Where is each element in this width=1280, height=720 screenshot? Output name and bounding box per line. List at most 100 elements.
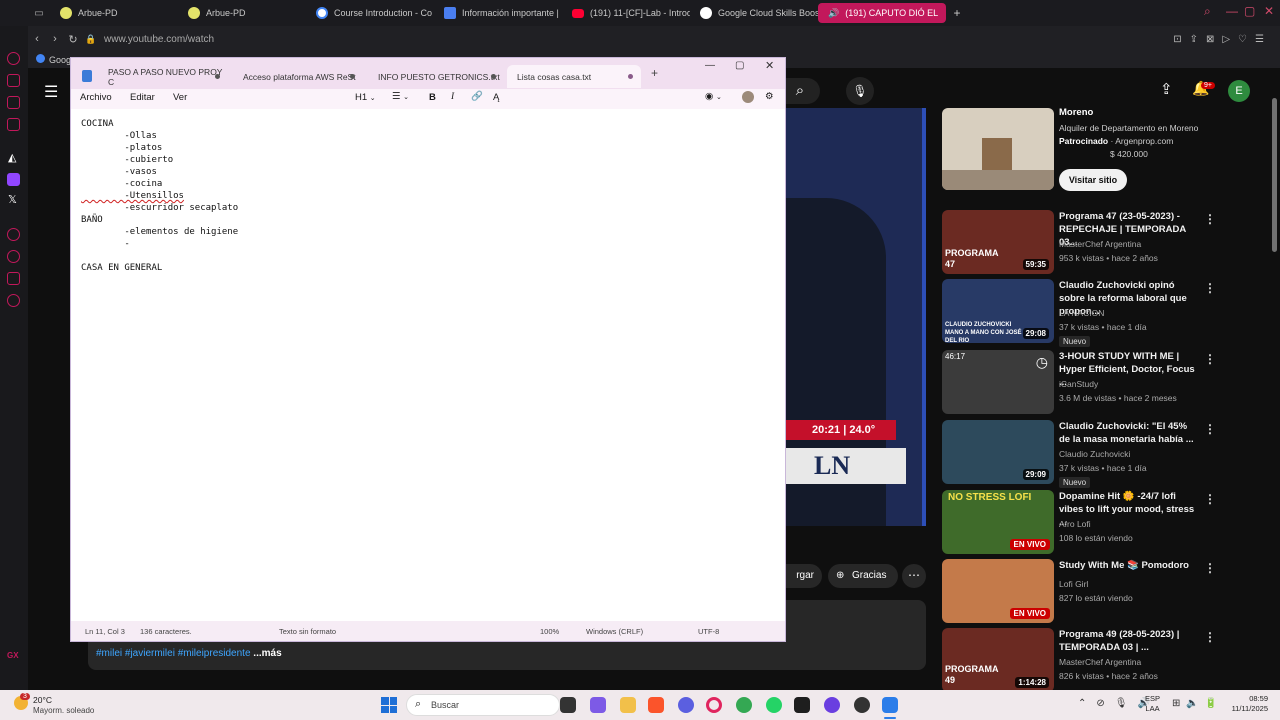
- browser-tab[interactable]: Google Cloud Skills Boost: [690, 0, 818, 26]
- app-icon[interactable]: [678, 697, 694, 713]
- search-icon[interactable]: ⌕: [1204, 4, 1211, 19]
- bold-icon[interactable]: B: [429, 92, 436, 103]
- chrome-icon[interactable]: [736, 697, 752, 713]
- browser-tab-active[interactable]: 🔊 (191) CAPUTO DIÓ EL: [818, 3, 946, 23]
- start-button[interactable]: [381, 697, 397, 713]
- italic-icon[interactable]: I: [451, 92, 454, 102]
- sidebar-app-icon[interactable]: [7, 228, 20, 241]
- task-view-icon[interactable]: [560, 697, 576, 713]
- more-actions-button[interactable]: ⋯: [902, 564, 926, 588]
- more-vert-icon[interactable]: ⋮: [1204, 630, 1216, 644]
- avatar[interactable]: E: [1228, 80, 1250, 102]
- hashtags[interactable]: #milei #javiermilei #mileipresidente ...…: [96, 648, 282, 659]
- search-box[interactable]: ⌕ Buscar: [406, 694, 560, 716]
- url-text[interactable]: www.youtube.com/watch: [104, 34, 214, 45]
- gear-icon[interactable]: [7, 294, 20, 307]
- speaker-icon: 🔊: [828, 7, 840, 18]
- sidebar-app-icon[interactable]: [7, 118, 20, 131]
- sidebar-app-icon[interactable]: [7, 74, 20, 87]
- recommendation-item[interactable]: CLAUDIO ZUCHOVICKI MANO A MANO CON JOSÉ …: [942, 279, 1216, 347]
- new-tab-button[interactable]: +: [946, 6, 968, 20]
- sidebar-app-icon[interactable]: ◭: [8, 151, 16, 164]
- weather-widget[interactable]: 3 20°C Mayorm. soleado: [12, 693, 112, 717]
- account-icon[interactable]: [742, 91, 754, 103]
- browser-tab[interactable]: Arbue-PD: [50, 0, 178, 26]
- clock[interactable]: 08:59 11/11/2025: [1218, 694, 1268, 714]
- more-vert-icon[interactable]: ⋮: [1204, 492, 1216, 506]
- menu-view[interactable]: Ver: [173, 92, 187, 103]
- clock-icon[interactable]: [7, 250, 20, 263]
- heading-dropdown[interactable]: H1 ⌄: [355, 92, 376, 103]
- maximize-icon[interactable]: ▢: [1244, 4, 1255, 18]
- notepad-icon[interactable]: [882, 697, 898, 713]
- language-indicator[interactable]: ESP LAA: [1145, 694, 1160, 714]
- search-button[interactable]: ⌕: [780, 78, 820, 104]
- ad-card[interactable]: Moreno Alquiler de Departamento en Moren…: [942, 107, 1242, 204]
- text-editor[interactable]: COCINA -Ollas -platos -cubierto -vasos -…: [81, 118, 238, 274]
- sidebar-app-icon[interactable]: [7, 272, 20, 285]
- app-icon[interactable]: [824, 697, 840, 713]
- sidebar-app-icon[interactable]: [7, 96, 20, 109]
- copilot-icon[interactable]: ◉ ⌄: [705, 91, 722, 102]
- tab-manager-icon[interactable]: ▭: [28, 8, 50, 19]
- copilot-icon[interactable]: [590, 697, 606, 713]
- more-vert-icon[interactable]: ⋮: [1204, 561, 1216, 575]
- sidebar-app-icon[interactable]: [7, 52, 20, 65]
- char-count: 136 caracteres.: [140, 627, 192, 636]
- lock-icon: 🔒: [85, 33, 97, 44]
- back-icon[interactable]: ‹: [28, 33, 46, 45]
- more-vert-icon[interactable]: ⋮: [1204, 281, 1216, 295]
- cursor-position: Ln 11, Col 3: [85, 627, 125, 636]
- twitch-icon[interactable]: [7, 173, 20, 186]
- link-icon[interactable]: 🔗: [471, 91, 483, 102]
- minimize-icon[interactable]: —: [1226, 4, 1238, 18]
- toolbar-icons[interactable]: ⊡⇪⊠▷♡☰: [1173, 34, 1272, 45]
- recommendation-item[interactable]: EN VIVO Study With Me 📚 Pomodoro Lofi Gi…: [942, 559, 1216, 623]
- menu-icon[interactable]: ☰: [44, 82, 58, 102]
- terminal-icon[interactable]: [794, 697, 810, 713]
- recommendation-item[interactable]: NO STRESS LOFI EN VIVO Dopamine Hit 🌼 -24…: [942, 490, 1216, 554]
- recommendation-item[interactable]: 46:17 ◷ 3-HOUR STUDY WITH ME | Hyper Effi…: [942, 350, 1216, 414]
- forward-icon[interactable]: ›: [46, 33, 64, 45]
- opera-icon[interactable]: [706, 697, 722, 713]
- bookmark-google[interactable]: Goog: [36, 54, 71, 65]
- thanks-button[interactable]: ⊕ Gracias: [828, 564, 898, 588]
- reload-icon[interactable]: ↻: [64, 33, 82, 46]
- gx-icon[interactable]: GX: [7, 651, 19, 660]
- close-icon[interactable]: ✕: [1264, 4, 1274, 18]
- notepad-tab[interactable]: INFO PUESTO GETRONICS.txt: [368, 65, 504, 88]
- whatsapp-icon[interactable]: [766, 697, 782, 713]
- more-vert-icon[interactable]: ⋮: [1204, 352, 1216, 366]
- system-icons[interactable]: ⊞🔈🔋: [1172, 698, 1223, 709]
- x-icon[interactable]: 𝕏: [8, 193, 17, 206]
- notepad-tab[interactable]: PASO A PASO NUEVO PROY C: [98, 65, 228, 88]
- close-button[interactable]: ✕: [765, 59, 774, 72]
- more-vert-icon[interactable]: ⋮: [1204, 212, 1216, 226]
- menu-file[interactable]: Archivo: [80, 92, 112, 103]
- list-icon[interactable]: ☰ ⌄: [392, 91, 409, 102]
- browser-tab[interactable]: Información importante |: [434, 0, 562, 26]
- recommendation-item[interactable]: 29:09 Claudio Zuchovicki: "El 45% de la …: [942, 420, 1216, 488]
- more-vert-icon[interactable]: ⋮: [1204, 422, 1216, 436]
- brave-icon[interactable]: [648, 697, 664, 713]
- browser-tab[interactable]: (191) 11-[CF]-Lab - Introd: [562, 0, 690, 26]
- visit-site-button[interactable]: Visitar sitio: [1059, 169, 1127, 191]
- maximize-button[interactable]: ▢: [735, 60, 744, 71]
- video-player[interactable]: 20:21 | 24.0° LN: [786, 108, 922, 526]
- notepad-tab[interactable]: Acceso plataforma AWS ReSt: [233, 65, 363, 88]
- file-explorer-icon[interactable]: [620, 697, 636, 713]
- minimize-button[interactable]: —: [705, 60, 715, 71]
- new-tab-button[interactable]: +: [651, 66, 658, 80]
- menu-edit[interactable]: Editar: [130, 92, 155, 103]
- upload-icon[interactable]: ⇪: [1160, 80, 1173, 98]
- recommendation-item[interactable]: PROGRAMA 49 1:14:28 Programa 49 (28-05-20…: [942, 628, 1216, 692]
- clear-format-icon[interactable]: Ą: [493, 92, 499, 103]
- notepad-tab-active[interactable]: Lista cosas casa.txt: [507, 65, 641, 88]
- settings-icon[interactable]: ⚙: [765, 91, 774, 102]
- recommendation-item[interactable]: PROGRAMA 47 59:35 Programa 47 (23-05-2023…: [942, 210, 1216, 274]
- app-icon[interactable]: [854, 697, 870, 713]
- browser-tab[interactable]: Arbue-PD: [178, 0, 306, 26]
- mic-button[interactable]: 🎙: [846, 77, 874, 105]
- page-scrollbar[interactable]: [1272, 98, 1277, 252]
- browser-tab[interactable]: Course Introduction - Co: [306, 0, 434, 26]
